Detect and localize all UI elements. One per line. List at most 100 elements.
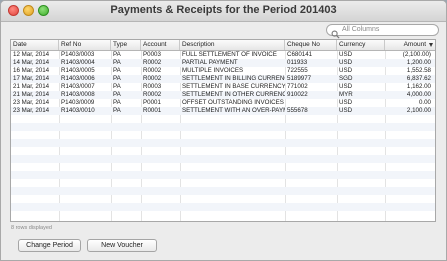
cell-type: PA — [113, 99, 121, 106]
cell-type: PA — [113, 83, 121, 90]
cell-currency: MYR — [339, 91, 353, 98]
empty-table-row — [11, 179, 435, 187]
cell-cheque: 011933 — [287, 59, 308, 66]
cell-description: SETTLEMENT WITH AN OVER-PAYMEN — [182, 107, 285, 114]
cell-ref: P1403/0003 — [61, 51, 95, 58]
empty-table-row — [11, 187, 435, 195]
cell-description: SETTLEMENT IN BASE CURRENCY — [182, 83, 285, 90]
cell-cheque: C680141 — [287, 51, 313, 58]
cell-amount: 6,837.62 — [406, 75, 431, 82]
cell-currency: USD — [339, 51, 353, 58]
cell-description: SETTLEMENT IN BILLING CURRENCY — [182, 75, 285, 82]
table-row[interactable]: 21 Mar, 2014 R1403/0007 PA R0003 SETTLEMENT … — [11, 83, 435, 91]
empty-table-row — [11, 115, 435, 123]
column-header-account[interactable]: Account — [141, 40, 180, 50]
cell-amount: (2,100.00) — [402, 51, 431, 58]
cell-cheque: 555678 — [287, 107, 308, 114]
cell-description: MULTIPLE INVOICES — [182, 67, 244, 74]
cell-cheque: 771002 — [287, 83, 308, 90]
cell-date: 12 Mar, 2014 — [13, 51, 50, 58]
table-row[interactable]: 16 Mar, 2014 R1403/0005 PA R0002 MULTIPLE IN… — [11, 67, 435, 75]
cell-amount: 4,000.00 — [406, 91, 431, 98]
table-row[interactable]: 14 Mar, 2014 R1403/0004 PA R0002 PARTIAL PAY… — [11, 59, 435, 67]
table-row[interactable]: 23 Mar, 2014 P1403/0009 PA P0001 OFFSET OUTS… — [11, 99, 435, 107]
cell-cheque: 5189977 — [287, 75, 312, 82]
cell-currency: SGD — [339, 75, 353, 82]
cell-amount: 0.00 — [418, 99, 431, 106]
table-body: 12 Mar, 2014 P1403/0003 PA P0003 FULL SETTLE… — [11, 51, 435, 219]
cell-description: FULL SETTLEMENT OF INVOICE — [182, 51, 277, 58]
empty-table-row — [11, 147, 435, 155]
column-header-currency[interactable]: Currency — [337, 40, 385, 50]
cell-account: R0002 — [143, 75, 162, 82]
cell-date: 23 Mar, 2014 — [13, 99, 50, 106]
cell-type: PA — [113, 91, 121, 98]
cell-ref: P1403/0009 — [61, 99, 95, 106]
change-period-button[interactable]: Change Period — [18, 239, 81, 252]
magnifier-icon — [331, 26, 340, 39]
cell-ref: R1403/0006 — [61, 75, 95, 82]
search-placeholder: All Columns — [342, 26, 380, 33]
sort-descending-icon — [429, 43, 433, 47]
cell-cheque: 722555 — [287, 67, 308, 74]
empty-table-row — [11, 123, 435, 131]
cell-currency: USD — [339, 107, 353, 114]
cell-type: PA — [113, 75, 121, 82]
title-bar[interactable]: Payments & Receipts for the Period 20140… — [1, 1, 446, 22]
cell-date: 21 Mar, 2014 — [13, 91, 50, 98]
cell-type: PA — [113, 67, 121, 74]
cell-currency: USD — [339, 99, 353, 106]
search-field[interactable]: All Columns — [326, 24, 439, 39]
table-row[interactable]: 17 Mar, 2014 R1403/0006 PA R0002 SETTLEMENT … — [11, 75, 435, 83]
cell-description: OFFSET OUTSTANDING INVOICES — [182, 99, 284, 106]
empty-table-row — [11, 155, 435, 163]
cell-account: R0003 — [143, 83, 162, 90]
cell-account: R0002 — [143, 67, 162, 74]
cell-cheque — [285, 99, 337, 107]
column-header-cheque-no[interactable]: Cheque No — [285, 40, 337, 50]
empty-table-row — [11, 211, 435, 219]
cell-ref: R1403/0007 — [61, 83, 95, 90]
cell-date: 16 Mar, 2014 — [13, 67, 50, 74]
cell-type: PA — [113, 59, 121, 66]
cell-description: PARTIAL PAYMENT — [182, 59, 238, 66]
column-header-amount[interactable]: Amount — [385, 40, 435, 50]
cell-amount: 1,162.00 — [406, 83, 431, 90]
transactions-table[interactable]: Date Ref No Type Account Description Che… — [10, 39, 436, 222]
column-header-description[interactable]: Description — [180, 40, 285, 50]
empty-table-row — [11, 163, 435, 171]
cell-account: R0002 — [143, 91, 162, 98]
table-row[interactable]: 12 Mar, 2014 P1403/0003 PA P0003 FULL SETTLE… — [11, 51, 435, 59]
cell-ref: R1403/0008 — [61, 91, 95, 98]
cell-description: SETTLEMENT IN OTHER CURRENCY — [182, 91, 285, 98]
table-row[interactable]: 21 Mar, 2014 R1403/0008 PA R0002 SETTLEMENT … — [11, 91, 435, 99]
table-row[interactable]: 23 Mar, 2014 R1403/0010 PA R0001 SETTLEMENT … — [11, 107, 435, 115]
cell-type: PA — [113, 107, 121, 114]
cell-currency: USD — [339, 67, 353, 74]
cell-ref: R1403/0010 — [61, 107, 95, 114]
cell-date: 17 Mar, 2014 — [13, 75, 50, 82]
empty-table-row — [11, 195, 435, 203]
empty-table-row — [11, 139, 435, 147]
cell-ref: R1403/0005 — [61, 67, 95, 74]
cell-date: 14 Mar, 2014 — [13, 59, 50, 66]
cell-account: P0003 — [143, 51, 161, 58]
empty-table-row — [11, 171, 435, 179]
empty-table-row — [11, 131, 435, 139]
column-header-type[interactable]: Type — [111, 40, 141, 50]
cell-date: 21 Mar, 2014 — [13, 83, 50, 90]
cell-ref: R1403/0004 — [61, 59, 95, 66]
cell-currency: USD — [339, 83, 353, 90]
cell-account: R0001 — [143, 107, 162, 114]
cell-type: PA — [113, 51, 121, 58]
column-header-date[interactable]: Date — [11, 40, 59, 50]
empty-table-row — [11, 203, 435, 211]
window-title: Payments & Receipts for the Period 20140… — [110, 4, 337, 16]
rows-displayed-status: 8 rows displayed — [11, 225, 52, 231]
cell-account: R0002 — [143, 59, 162, 66]
table-header: Date Ref No Type Account Description Che… — [11, 40, 435, 51]
cell-date: 23 Mar, 2014 — [13, 107, 50, 114]
new-voucher-button[interactable]: New Voucher — [87, 239, 157, 252]
cell-account: P0001 — [143, 99, 161, 106]
column-header-ref-no[interactable]: Ref No — [59, 40, 111, 50]
